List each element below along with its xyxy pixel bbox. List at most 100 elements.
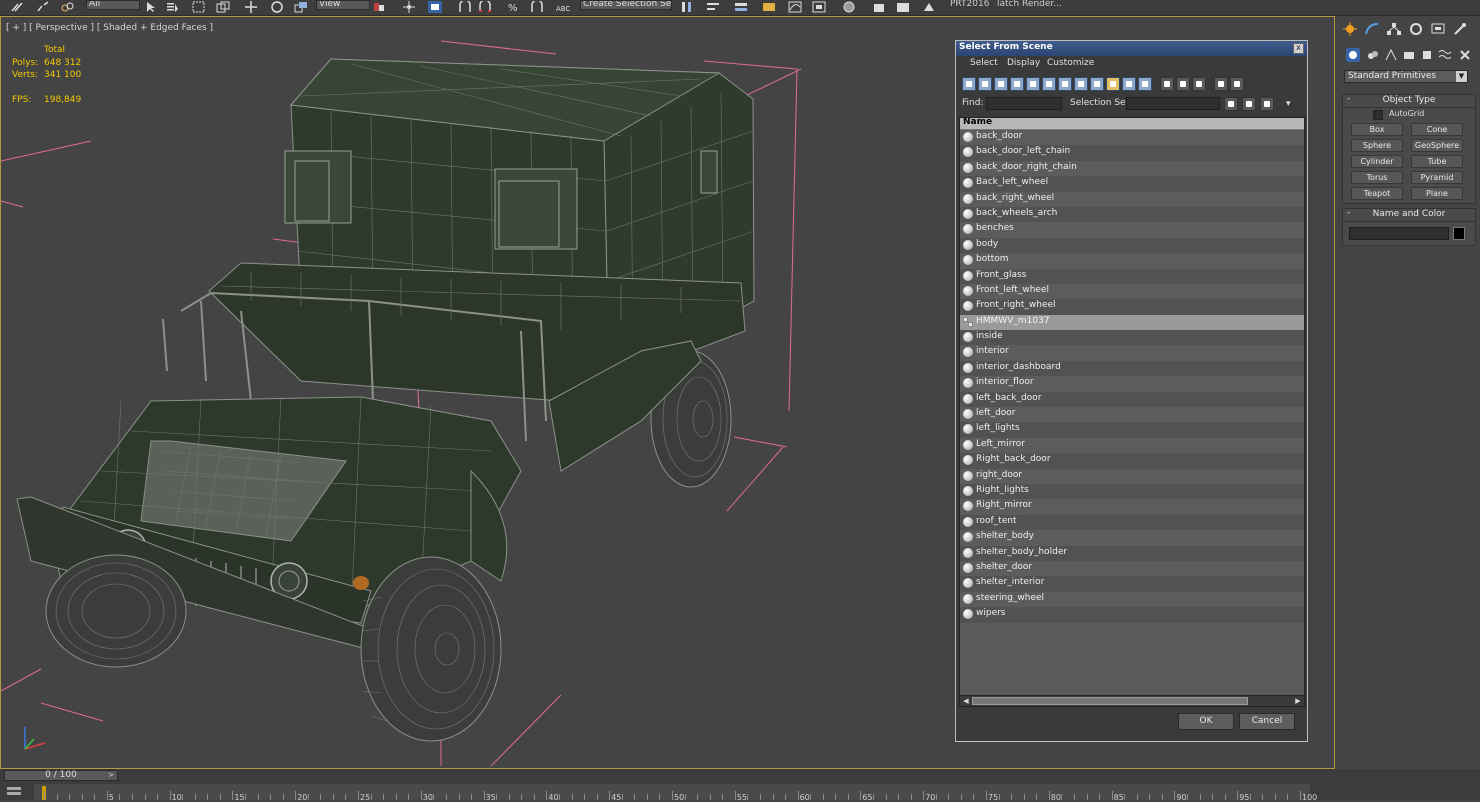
object-row[interactable]: interior_floor	[960, 376, 1304, 392]
column-header-name[interactable]: Name	[960, 118, 1304, 130]
object-row[interactable]: back_right_wheel	[960, 191, 1304, 207]
torus-button[interactable]: Torus	[1351, 171, 1403, 184]
cameras-category-icon[interactable]	[1402, 48, 1416, 62]
rect-selection-icon[interactable]	[192, 1, 206, 13]
invert-display-icon[interactable]	[1192, 77, 1206, 91]
bind-space-warp-icon[interactable]	[60, 1, 74, 13]
systems-category-icon[interactable]	[1458, 48, 1472, 62]
menu-customize[interactable]: Customize	[1047, 58, 1094, 68]
add-to-selection-set-icon[interactable]	[1242, 97, 1256, 111]
display-xrefs-icon[interactable]	[1074, 77, 1088, 91]
display-hidden-icon[interactable]	[1138, 77, 1152, 91]
object-color-swatch[interactable]	[1453, 227, 1465, 240]
object-row[interactable]: shelter_interior	[960, 576, 1304, 592]
display-all-icon[interactable]	[1160, 77, 1174, 91]
object-row[interactable]: benches	[960, 222, 1304, 238]
cancel-button[interactable]: Cancel	[1239, 713, 1295, 730]
modify-tab-icon[interactable]	[1364, 22, 1380, 36]
scale-icon[interactable]	[294, 1, 308, 13]
select-manipulate-icon[interactable]	[402, 1, 416, 13]
menu-select[interactable]: Select	[970, 58, 998, 68]
link-icon[interactable]	[10, 1, 24, 13]
remove-from-selection-set-icon[interactable]	[1260, 97, 1274, 111]
curve-editor-icon[interactable]	[788, 1, 802, 13]
edit-named-selection-icon[interactable]: ABC	[556, 1, 570, 13]
render-setup-icon[interactable]	[872, 1, 886, 13]
object-row[interactable]: Right_mirror	[960, 499, 1304, 515]
object-row[interactable]: left_lights	[960, 422, 1304, 438]
object-row[interactable]: wipers	[960, 607, 1304, 623]
tube-button[interactable]: Tube	[1411, 155, 1463, 168]
object-row[interactable]: interior	[960, 345, 1304, 361]
motion-tab-icon[interactable]	[1408, 22, 1424, 36]
object-row[interactable]: back_door_left_chain	[960, 145, 1304, 161]
next-frame-icon[interactable]: >	[106, 771, 116, 780]
object-row[interactable]: interior_dashboard	[960, 360, 1304, 377]
object-row[interactable]: Back_left_wheel	[960, 176, 1304, 192]
display-geometry-icon[interactable]	[962, 77, 976, 91]
ok-button[interactable]: OK	[1178, 713, 1234, 730]
object-row[interactable]: back_door	[960, 130, 1304, 146]
scrollbar-thumb[interactable]	[972, 697, 1248, 705]
render-production-icon[interactable]	[922, 1, 936, 13]
angle-snap-icon[interactable]	[478, 1, 492, 13]
object-row[interactable]: back_door_right_chain	[960, 160, 1304, 177]
object-row[interactable]: Right_back_door	[960, 453, 1304, 469]
box-button[interactable]: Box	[1351, 123, 1403, 136]
create-selection-set-icon[interactable]	[1224, 97, 1238, 111]
track-bar-ruler[interactable]: 5 10 15 20 25 30 35 40 45 50 55 60 65 70 75 80 85 90 95 100	[34, 784, 1317, 802]
cylinder-button[interactable]: Cylinder	[1351, 155, 1403, 168]
object-row[interactable]: Front_left_wheel	[960, 283, 1304, 300]
name-and-color-header[interactable]: - Name and Color	[1343, 208, 1475, 222]
filter-settings-icon[interactable]	[1230, 77, 1244, 91]
horizontal-scrollbar[interactable]: ◀ ▶	[959, 695, 1305, 707]
display-containers-icon[interactable]	[1106, 77, 1120, 91]
hierarchy-tab-icon[interactable]	[1386, 22, 1402, 36]
teapot-button[interactable]: Teapot	[1351, 187, 1403, 200]
percent-snap-icon[interactable]: %	[508, 1, 522, 13]
time-slider[interactable]: 0 / 100 >	[4, 770, 118, 781]
object-row[interactable]: roof_tent	[960, 514, 1304, 531]
category-dropdown[interactable]: Standard Primitives ▼	[1344, 70, 1468, 83]
filter-icon[interactable]	[1214, 77, 1228, 91]
object-row[interactable]: back_wheels_arch	[960, 206, 1304, 223]
move-icon[interactable]	[244, 1, 258, 13]
named-selection-dropdown[interactable]: Create Selection Se	[580, 0, 672, 10]
display-bones-icon[interactable]	[1090, 77, 1104, 91]
utilities-tab-icon[interactable]	[1452, 22, 1468, 36]
menu-display[interactable]: Display	[1007, 58, 1040, 68]
autogrid-checkbox[interactable]	[1373, 110, 1383, 120]
scroll-left-icon[interactable]: ◀	[961, 697, 971, 705]
display-frozen-icon[interactable]	[1122, 77, 1136, 91]
pivot-icon[interactable]	[372, 1, 386, 13]
display-cameras-icon[interactable]	[1010, 77, 1024, 91]
object-row[interactable]: body	[960, 237, 1304, 254]
object-row[interactable]: steering_wheel	[960, 591, 1304, 608]
toolbar-options-icon[interactable]: ▾	[1286, 99, 1291, 109]
chevron-down-icon[interactable]: ▼	[1456, 71, 1467, 82]
display-shapes-icon[interactable]	[978, 77, 992, 91]
display-tab-icon[interactable]	[1430, 22, 1446, 36]
create-tab-icon[interactable]	[1342, 22, 1358, 36]
plane-button[interactable]: Plane	[1411, 187, 1463, 200]
display-space-warps-icon[interactable]	[1042, 77, 1056, 91]
object-row[interactable]: Left_mirror	[960, 437, 1304, 454]
spinner-snap-icon[interactable]	[530, 1, 544, 13]
window-crossing-icon[interactable]	[216, 1, 230, 13]
selection-set-dropdown[interactable]	[1126, 97, 1220, 110]
object-type-header[interactable]: - Object Type	[1343, 94, 1475, 108]
material-editor-icon[interactable]	[842, 1, 856, 13]
close-icon[interactable]: x	[1293, 43, 1304, 54]
geometry-category-icon[interactable]	[1346, 48, 1360, 62]
object-row[interactable]: shelter_door	[960, 560, 1304, 577]
workspace-label[interactable]: PRT2016	[950, 0, 989, 9]
find-input[interactable]	[986, 97, 1062, 110]
scene-object-list[interactable]: Name back_door back_door_left_chain back_d…	[959, 117, 1305, 707]
mini-curve-editor-icon[interactable]	[6, 785, 22, 798]
snaps-toggle-icon[interactable]	[458, 1, 472, 13]
rotate-icon[interactable]	[270, 1, 284, 13]
dialog-title-bar[interactable]: Select From Scene x	[956, 41, 1307, 56]
object-row[interactable]: bottom	[960, 253, 1304, 269]
display-groups-icon[interactable]	[1058, 77, 1072, 91]
mirror-icon[interactable]	[680, 1, 694, 13]
